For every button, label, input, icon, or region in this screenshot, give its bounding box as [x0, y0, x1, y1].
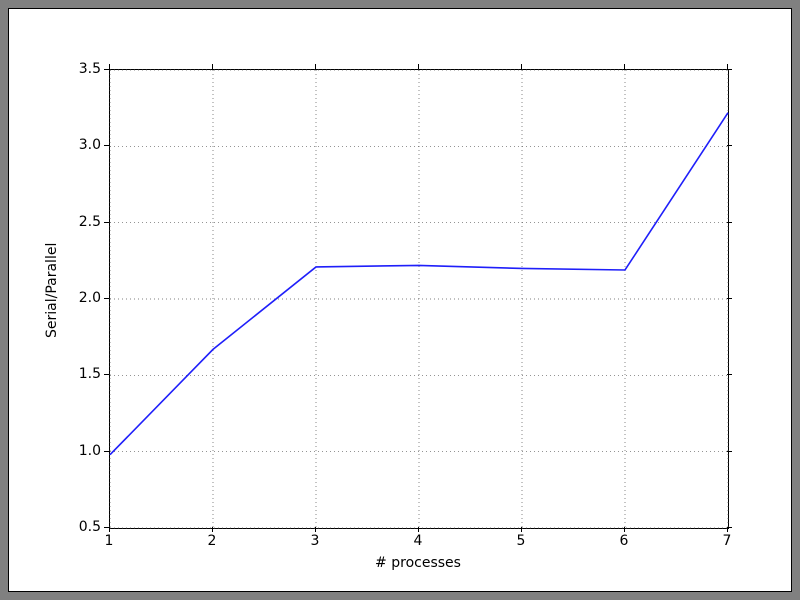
y-tick-mark: [727, 222, 732, 223]
x-tick-label: 6: [614, 533, 634, 549]
x-tick-mark: [418, 527, 419, 532]
data-line-svg: [110, 70, 728, 528]
x-tick-mark: [212, 527, 213, 532]
x-tick-label: 1: [99, 533, 119, 549]
y-tick-label: 3.5: [61, 61, 101, 77]
y-tick-mark: [727, 451, 732, 452]
y-tick-label: 2.0: [61, 290, 101, 306]
y-tick-label: 1.5: [61, 366, 101, 382]
data-line: [110, 113, 728, 455]
x-tick-mark: [727, 527, 728, 532]
y-tick-mark: [104, 222, 109, 223]
x-tick-mark: [315, 527, 316, 532]
x-tick-mark: [315, 64, 316, 69]
y-tick-mark: [104, 69, 109, 70]
plot-area: [109, 69, 729, 529]
y-tick-mark: [104, 374, 109, 375]
x-tick-mark: [109, 64, 110, 69]
y-tick-mark: [727, 69, 732, 70]
x-tick-mark: [624, 527, 625, 532]
y-tick-label: 0.5: [61, 519, 101, 535]
y-tick-mark: [727, 145, 732, 146]
y-tick-label: 2.5: [61, 214, 101, 230]
x-tick-label: 4: [408, 533, 428, 549]
x-axis-label: # processes: [109, 555, 727, 571]
y-tick-label: 1.0: [61, 443, 101, 459]
y-tick-label: 3.0: [61, 137, 101, 153]
x-tick-mark: [109, 527, 110, 532]
y-axis-label: Serial/Parallel: [44, 243, 60, 338]
y-tick-mark: [104, 298, 109, 299]
x-tick-label: 5: [511, 533, 531, 549]
x-tick-mark: [418, 64, 419, 69]
x-tick-mark: [212, 64, 213, 69]
x-tick-mark: [624, 64, 625, 69]
y-tick-mark: [104, 145, 109, 146]
figure-frame: 0.5 1.0 1.5 2.0 2.5 3.0 3.5 1 2 3 4 5 6 7 Serial/Para…: [8, 8, 792, 592]
x-tick-label: 3: [305, 533, 325, 549]
y-tick-mark: [104, 451, 109, 452]
x-tick-mark: [727, 64, 728, 69]
x-tick-mark: [521, 527, 522, 532]
x-tick-mark: [521, 64, 522, 69]
y-tick-mark: [727, 298, 732, 299]
y-tick-mark: [727, 374, 732, 375]
x-tick-label: 7: [717, 533, 737, 549]
x-tick-label: 2: [202, 533, 222, 549]
